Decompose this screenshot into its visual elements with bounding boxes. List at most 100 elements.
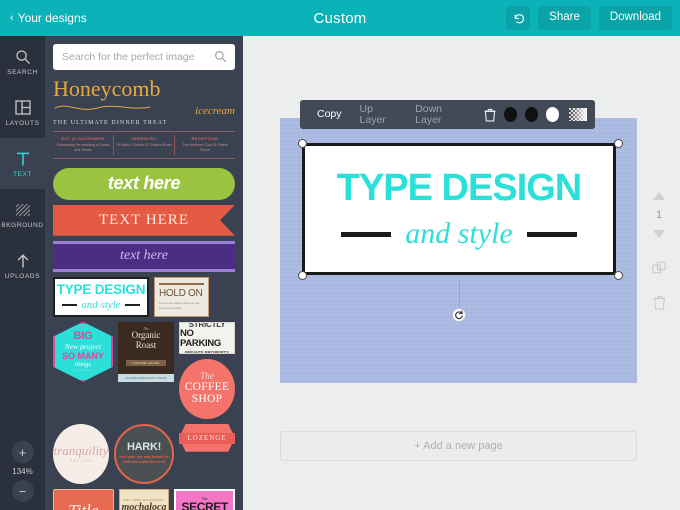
sidebar-item-uploads[interactable]: UPLOADS bbox=[0, 240, 45, 291]
zoom-in-button[interactable]: + bbox=[11, 441, 34, 463]
design-editor-app: ‹ Your designs Custom Share Download SEA… bbox=[0, 0, 680, 510]
sidebar-item-search[interactable]: SEARCH bbox=[0, 36, 45, 87]
hark-title: HARK! bbox=[127, 440, 161, 453]
honeycomb-title: Honeycomb bbox=[53, 76, 161, 101]
selected-text-element[interactable]: TYPE DESIGN and style bbox=[302, 143, 616, 275]
template-thumb-secret[interactable]: The SECRET OF GETTING AHEAD GETTING STAR… bbox=[174, 488, 236, 510]
thumb-row: Title a short description of your projec… bbox=[53, 488, 236, 510]
tranquility-sub: DAY SPA bbox=[69, 459, 93, 464]
add-new-page-button[interactable]: + Add a new page bbox=[280, 431, 637, 461]
hold-on-body: a moment please while we get everything … bbox=[159, 300, 200, 310]
secret-line-1: SECRET bbox=[181, 500, 229, 510]
mochaloca-name: mochaloca bbox=[121, 501, 167, 510]
template-thumb-organic-roast[interactable]: The Organic Roast COFFEE HOUSE COFFEE BR… bbox=[118, 321, 174, 382]
template-thumb-hold-on[interactable]: HOLD ON a moment please while we get eve… bbox=[154, 276, 209, 317]
template-thumb-lozenge[interactable]: LOZENGE bbox=[179, 423, 235, 452]
duplicate-pages-icon bbox=[651, 261, 666, 273]
resize-handle-top-left[interactable] bbox=[298, 139, 307, 148]
template-thumb-coffee-shop[interactable]: The COFFEE SHOP bbox=[179, 358, 235, 419]
no-parking-line-1: STRICTLY bbox=[188, 321, 226, 329]
honeycomb-column-body: Celebrating the wedding of Sarah and Jam… bbox=[56, 143, 110, 153]
rotation-connector-line bbox=[458, 280, 460, 308]
text-templates-panel: Honeycomb icecream THE ULTIMATE DINNER T… bbox=[45, 36, 243, 510]
delete-page-button[interactable] bbox=[646, 292, 672, 312]
left-tool-rail: SEARCH LAYOUTS TEXT BKGROUND UPLOADS + 1… bbox=[0, 36, 45, 510]
resize-handle-bottom-right[interactable] bbox=[614, 271, 623, 280]
template-thumb-tranquility[interactable]: tranquility DAY SPA bbox=[53, 423, 109, 484]
share-button[interactable]: Share bbox=[538, 6, 591, 30]
transparency-gradient-icon[interactable] bbox=[569, 108, 588, 121]
rotate-icon bbox=[455, 310, 463, 320]
honeycomb-column-heading: SAT 22 NOVEMBER bbox=[61, 136, 105, 141]
page-controls-rail: 1 bbox=[646, 186, 672, 312]
template-thumb-big-hexagon[interactable]: BIG New project SO MANY things www.yours… bbox=[53, 321, 113, 382]
template-thumb-hark[interactable]: HARK! here your eye may beheld be read m… bbox=[114, 423, 174, 484]
organic-roast-line: COFFEE BREAKFAST BLEND bbox=[118, 374, 174, 382]
page-up-button[interactable] bbox=[646, 186, 672, 206]
color-swatch-black-2[interactable] bbox=[524, 107, 539, 122]
background-pattern-icon bbox=[15, 201, 31, 219]
honeycomb-column-body: The Northern Club 41 Peach Grove bbox=[182, 143, 228, 153]
chevron-left-icon: ‹ bbox=[10, 11, 14, 24]
honeycomb-column-body: St Mark's Church 23 Garden Road bbox=[116, 143, 172, 147]
layouts-icon bbox=[14, 99, 31, 117]
template-thumb-type-design[interactable]: TYPE DESIGN and style bbox=[53, 276, 149, 317]
type-design-main: TYPE DESIGN bbox=[56, 282, 146, 298]
page-down-button[interactable] bbox=[646, 224, 672, 244]
purple-script-label: text here bbox=[119, 248, 169, 264]
coffee-shop-the: The bbox=[200, 371, 214, 382]
up-layer-button[interactable]: Up Layer bbox=[351, 104, 407, 125]
page-number-value: 1 bbox=[655, 209, 663, 221]
delete-element-button[interactable] bbox=[484, 108, 496, 122]
thumb-row: tranquility DAY SPA HARK! here your eye … bbox=[53, 423, 235, 489]
coffee-shop-line-2: SHOP bbox=[191, 393, 223, 406]
color-swatch-white[interactable] bbox=[546, 107, 560, 122]
copy-button[interactable]: Copy bbox=[308, 109, 351, 120]
dash-left-decoration bbox=[62, 304, 78, 307]
thumb-row: TYPE DESIGN and style HOLD ON a moment p… bbox=[53, 276, 235, 322]
sidebar-label-uploads: UPLOADS bbox=[4, 272, 41, 280]
template-thumb-title-card[interactable]: Title a short description of your projec… bbox=[53, 488, 114, 510]
template-thumb-red-banner[interactable]: TEXT HERE bbox=[53, 204, 235, 236]
template-thumb-green-pill[interactable]: text here bbox=[53, 167, 235, 200]
search-input[interactable] bbox=[53, 44, 235, 70]
tranquility-name: tranquility bbox=[53, 443, 109, 459]
template-thumbnail-list: Honeycomb icecream THE ULTIMATE DINNER T… bbox=[45, 76, 243, 510]
thumb-column: EST 1985 ROASTERY mochaloca FINE COFFEE … bbox=[118, 488, 170, 510]
duplicate-page-button[interactable] bbox=[646, 258, 672, 278]
back-to-your-designs-link[interactable]: ‹ Your designs bbox=[10, 11, 87, 25]
honeycomb-swirl-decoration bbox=[53, 100, 235, 110]
dash-right-decoration bbox=[526, 231, 577, 237]
template-thumb-no-parking[interactable]: STRICTLY NO PARKING PRIVATE PROPERTY bbox=[179, 321, 235, 354]
sidebar-item-text[interactable]: TEXT bbox=[0, 138, 45, 189]
sidebar-label-text: TEXT bbox=[12, 170, 32, 178]
no-parking-line-3: PRIVATE PROPERTY bbox=[184, 349, 230, 354]
template-thumb-mochaloca[interactable]: EST 1985 ROASTERY mochaloca FINE COFFEE … bbox=[118, 488, 170, 510]
selected-sub-row: and style bbox=[341, 219, 577, 249]
thumb-row: BIG New project SO MANY things www.yours… bbox=[53, 321, 235, 424]
template-thumb-honeycomb[interactable]: Honeycomb icecream THE ULTIMATE DINNER T… bbox=[53, 76, 235, 163]
sidebar-label-background: BKGROUND bbox=[1, 221, 44, 229]
color-swatch-black-1[interactable] bbox=[503, 107, 517, 122]
search-icon[interactable] bbox=[214, 50, 227, 68]
template-thumb-purple-script[interactable]: text here bbox=[53, 240, 235, 272]
honeycomb-column: RECEPTION The Northern Club 41 Peach Gro… bbox=[174, 135, 235, 155]
search-box[interactable] bbox=[53, 44, 235, 70]
honeycomb-detail-columns: SAT 22 NOVEMBER Celebrating the wedding … bbox=[53, 131, 235, 159]
sidebar-item-background[interactable]: BKGROUND bbox=[0, 189, 45, 240]
down-layer-button[interactable]: Down Layer bbox=[406, 104, 473, 125]
zoom-out-button[interactable]: − bbox=[11, 480, 34, 502]
resize-handle-bottom-left[interactable] bbox=[298, 271, 307, 280]
lozenge-label: LOZENGE bbox=[187, 433, 227, 442]
rotate-handle[interactable] bbox=[452, 308, 466, 322]
sidebar-item-layouts[interactable]: LAYOUTS bbox=[0, 87, 45, 138]
canvas-container: Copy Up Layer Down Layer TYPE DESIGN and… bbox=[280, 100, 637, 383]
resize-handle-top-right[interactable] bbox=[614, 139, 623, 148]
download-button[interactable]: Download bbox=[598, 6, 672, 30]
triangle-down-icon bbox=[653, 230, 665, 238]
sidebar-label-layouts: LAYOUTS bbox=[5, 119, 40, 127]
undo-button[interactable] bbox=[506, 6, 531, 30]
honeycomb-column: SAT 22 NOVEMBER Celebrating the wedding … bbox=[53, 135, 113, 155]
red-banner-label: TEXT HERE bbox=[99, 211, 189, 228]
dash-left-decoration bbox=[341, 231, 392, 237]
